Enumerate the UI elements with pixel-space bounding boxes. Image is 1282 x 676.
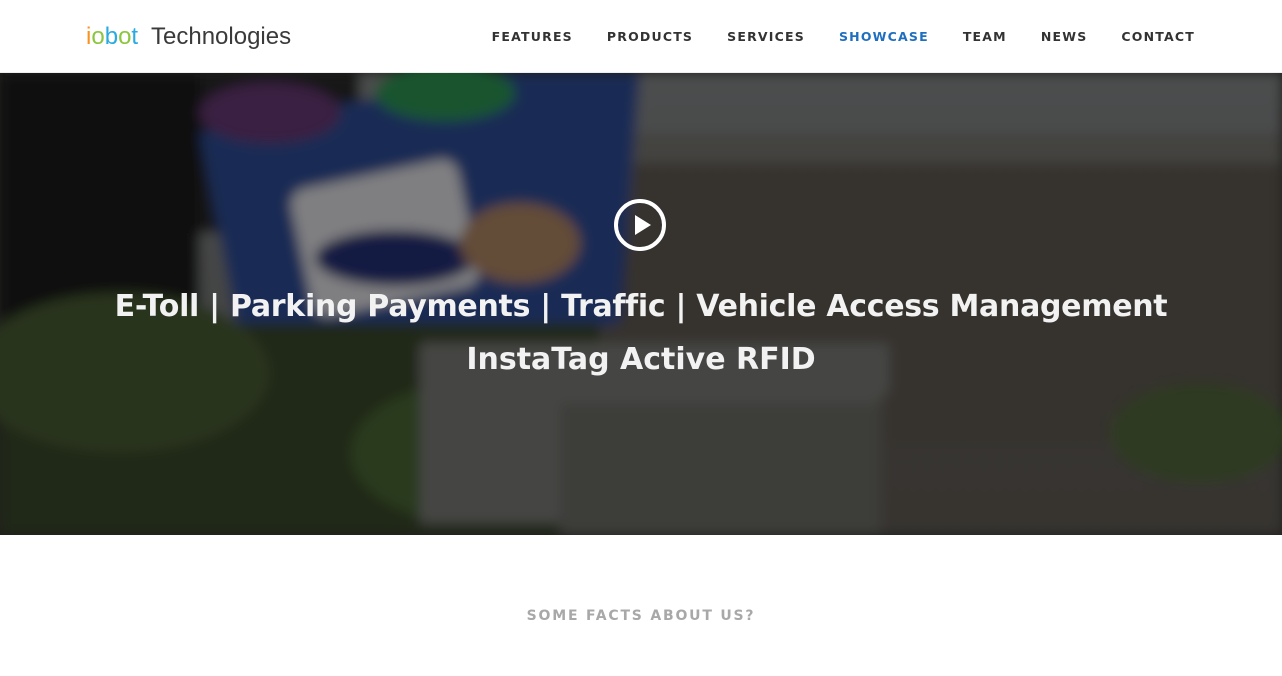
nav-services[interactable]: SERVICES — [727, 29, 805, 44]
logo-suffix: Technologies — [144, 23, 292, 50]
logo-letter-o: o — [91, 23, 105, 50]
nav-features[interactable]: FEATURES — [492, 29, 573, 44]
play-triangle — [635, 215, 651, 235]
logo-brand: iobot — [86, 23, 145, 50]
hero-title: E-Toll | Parking Payments | Traffic | Ve… — [114, 289, 1168, 324]
nav-team[interactable]: TEAM — [963, 29, 1007, 44]
nav-products[interactable]: PRODUCTS — [607, 29, 693, 44]
facts-section: SOME FACTS ABOUT US? — [0, 535, 1282, 676]
main-nav: FEATURES PRODUCTS SERVICES SHOWCASE TEAM… — [458, 0, 1195, 72]
logo-letter-b: b — [104, 23, 119, 50]
site-logo[interactable]: iobot Technologies — [86, 22, 291, 52]
hero-subtitle: InstaTag Active RFID — [466, 342, 816, 377]
logo-letter-t: t — [131, 23, 139, 50]
nav-showcase[interactable]: SHOWCASE — [839, 29, 929, 44]
hero-video-banner: E-Toll | Parking Payments | Traffic | Ve… — [0, 73, 1282, 535]
site-header: iobot Technologies FEATURES PRODUCTS SER… — [0, 0, 1282, 73]
facts-heading: SOME FACTS ABOUT US? — [526, 608, 756, 624]
play-circle-icon[interactable] — [614, 199, 666, 251]
nav-contact[interactable]: CONTACT — [1121, 29, 1195, 44]
nav-news[interactable]: NEWS — [1041, 29, 1088, 44]
logo-letter-o2: o — [118, 23, 132, 50]
